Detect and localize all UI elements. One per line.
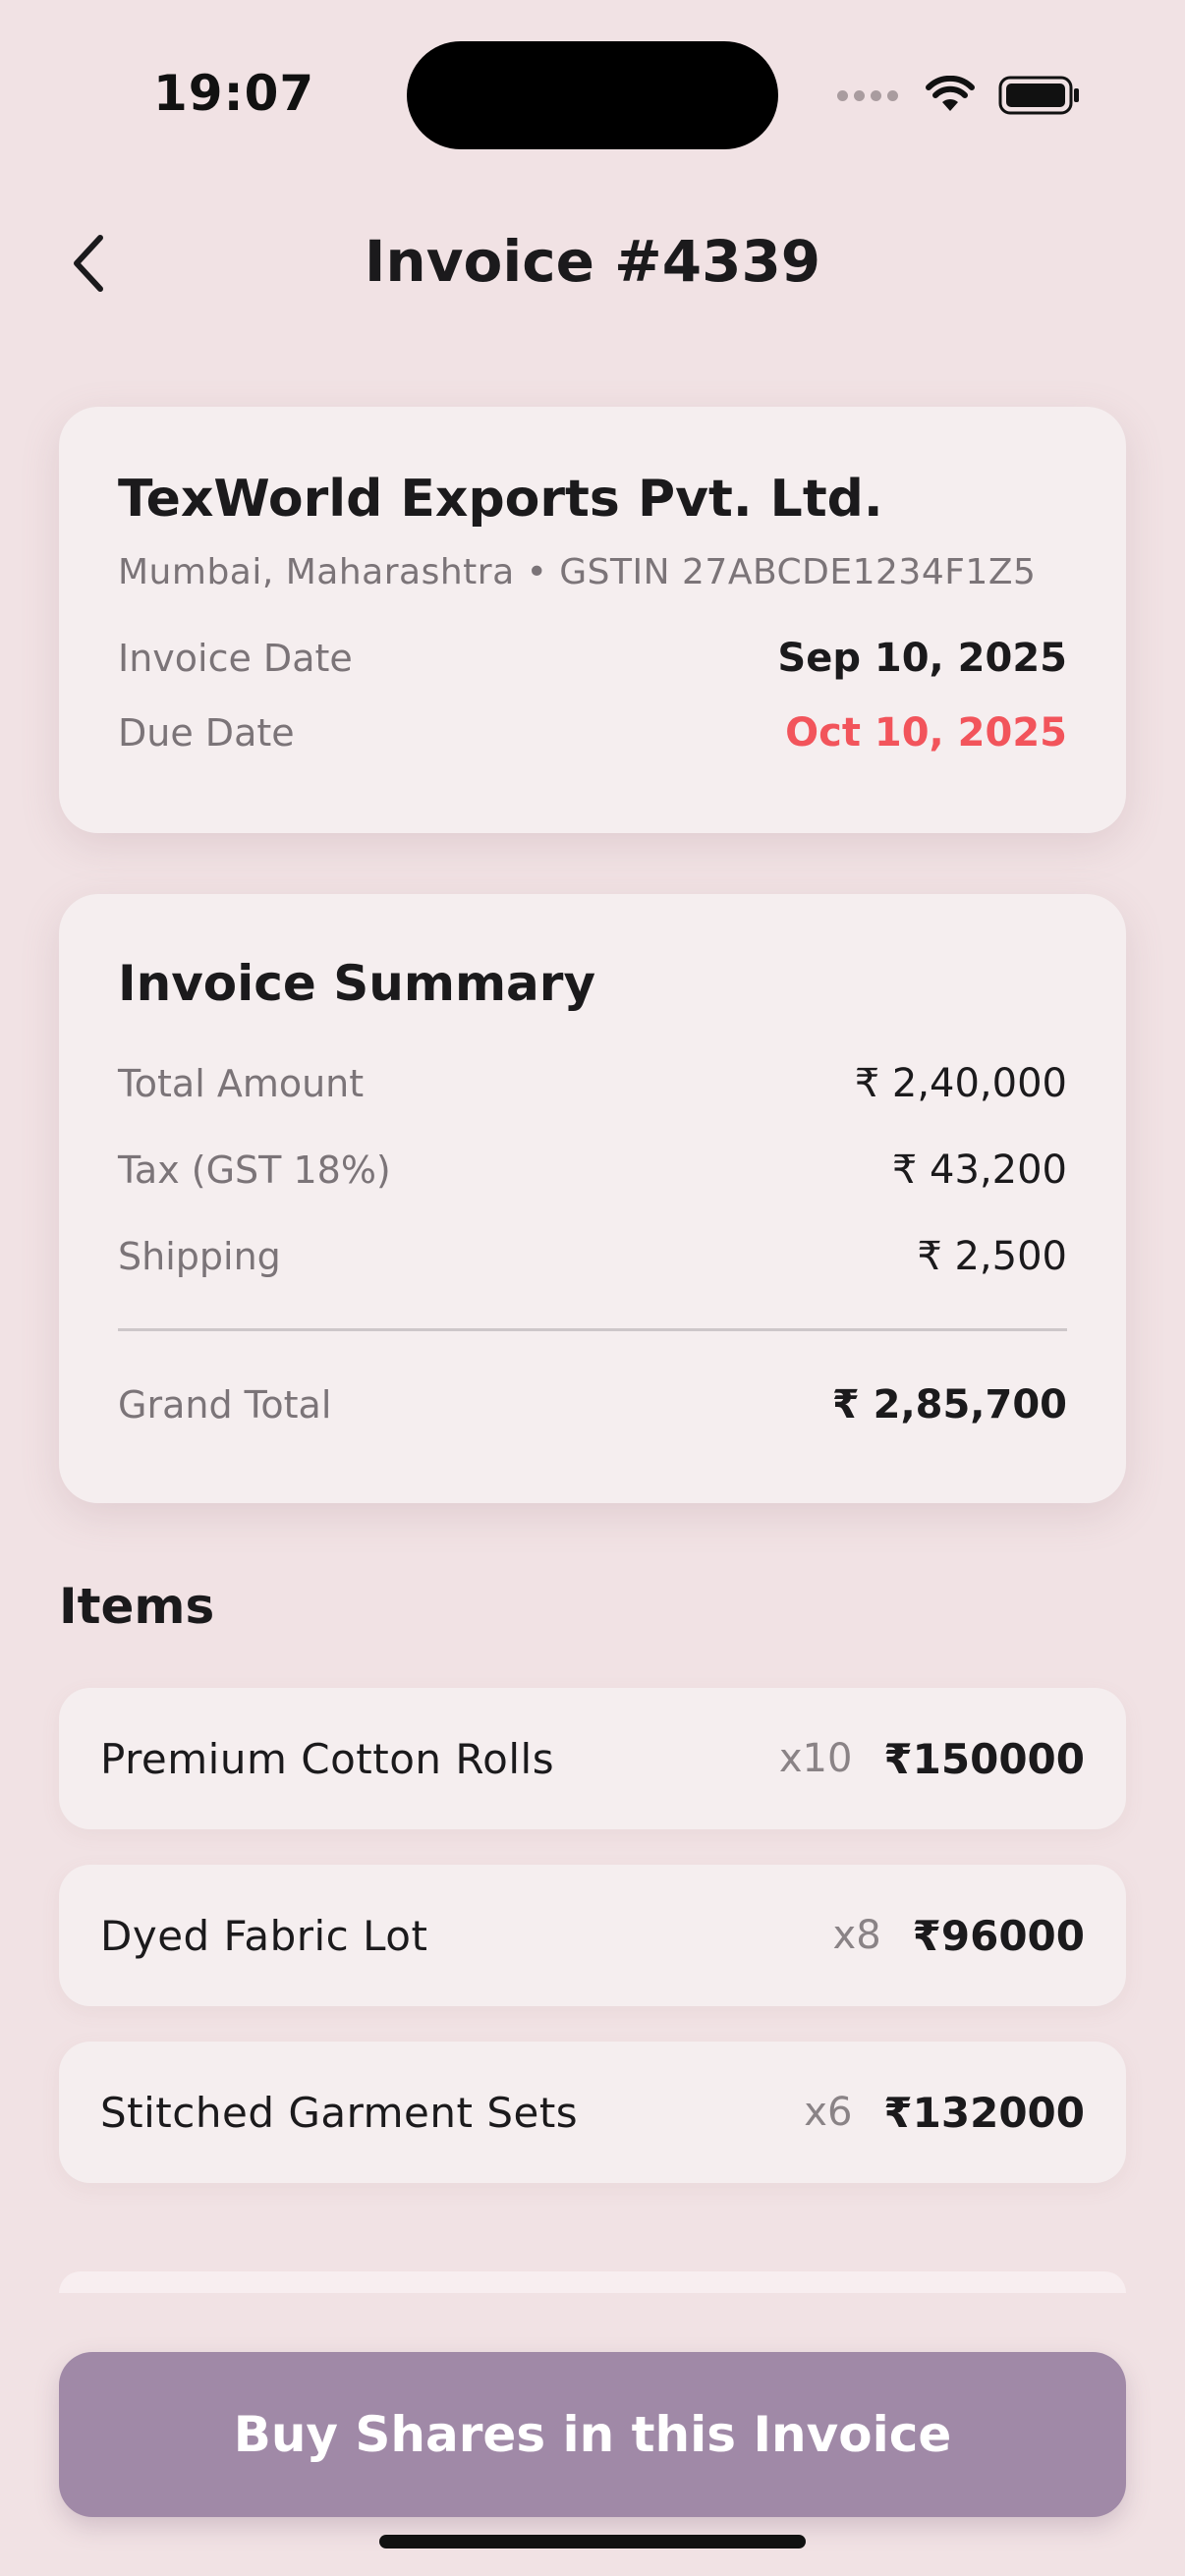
status-icons (837, 71, 1081, 120)
summary-row: Total Amount ₹ 2,40,000 (118, 1061, 1067, 1106)
summary-title: Invoice Summary (118, 955, 596, 1012)
summary-value: ₹ 2,500 (917, 1234, 1067, 1279)
summary-label: Tax (GST 18%) (118, 1148, 391, 1192)
due-date-label: Due Date (118, 711, 295, 755)
signal-dots-icon (837, 89, 898, 101)
item-name: Stitched Garment Sets (100, 2088, 579, 2137)
wifi-icon (926, 76, 975, 111)
item-name: Dyed Fabric Lot (100, 1911, 428, 1960)
dynamic-island (407, 41, 778, 149)
page-title: Invoice #4339 (364, 228, 821, 295)
company-name: TexWorld Exports Pvt. Ltd. (118, 470, 883, 529)
items-section-title: Items (59, 1578, 215, 1635)
item-price: ₹96000 (912, 1911, 1085, 1960)
item-quantity: x8 (832, 1913, 881, 1958)
item-quantity: x6 (804, 2090, 853, 2135)
buy-shares-button[interactable]: Buy Shares in this Invoice (59, 2352, 1126, 2517)
battery-icon (998, 76, 1079, 115)
list-item[interactable]: Dyed Fabric Lot x8 ₹96000 (59, 1865, 1126, 2006)
invoice-date-row: Invoice Date Sep 10, 2025 (118, 636, 1067, 681)
summary-label: Total Amount (118, 1062, 365, 1105)
due-date-value: Oct 10, 2025 (785, 710, 1067, 756)
item-name: Premium Cotton Rolls (100, 1734, 555, 1783)
summary-value: ₹ 2,40,000 (854, 1061, 1067, 1106)
item-price: ₹150000 (883, 1734, 1085, 1783)
invoice-date-label: Invoice Date (118, 637, 353, 680)
summary-divider (118, 1328, 1067, 1331)
list-item[interactable]: Premium Cotton Rolls x10 ₹150000 (59, 1688, 1126, 1829)
list-item[interactable]: Stitched Garment Sets x6 ₹132000 (59, 2042, 1126, 2183)
invoice-date-value: Sep 10, 2025 (777, 636, 1067, 681)
grand-total-label: Grand Total (118, 1383, 332, 1427)
company-card: TexWorld Exports Pvt. Ltd. Mumbai, Mahar… (59, 407, 1126, 833)
invoice-screen: 19:07 Invoice #4339 TexWorld Exports Pvt… (0, 0, 1185, 2576)
home-indicator (379, 2535, 806, 2548)
company-subtitle: Mumbai, Maharashtra • GSTIN 27ABCDE1234F… (118, 552, 1037, 592)
summary-row: Shipping ₹ 2,500 (118, 1234, 1067, 1279)
grand-total-value: ₹ 2,85,700 (831, 1382, 1067, 1428)
due-date-row: Due Date Oct 10, 2025 (118, 710, 1067, 756)
item-price: ₹132000 (883, 2088, 1085, 2137)
invoice-summary-card: Invoice Summary Total Amount ₹ 2,40,000 … (59, 894, 1126, 1503)
status-time: 19:07 (153, 65, 315, 122)
grand-total-row: Grand Total ₹ 2,85,700 (118, 1382, 1067, 1428)
item-quantity: x10 (778, 1736, 853, 1781)
partial-card (59, 2271, 1126, 2293)
summary-row: Tax (GST 18%) ₹ 43,200 (118, 1148, 1067, 1193)
summary-label: Shipping (118, 1235, 281, 1278)
summary-value: ₹ 43,200 (891, 1148, 1067, 1193)
